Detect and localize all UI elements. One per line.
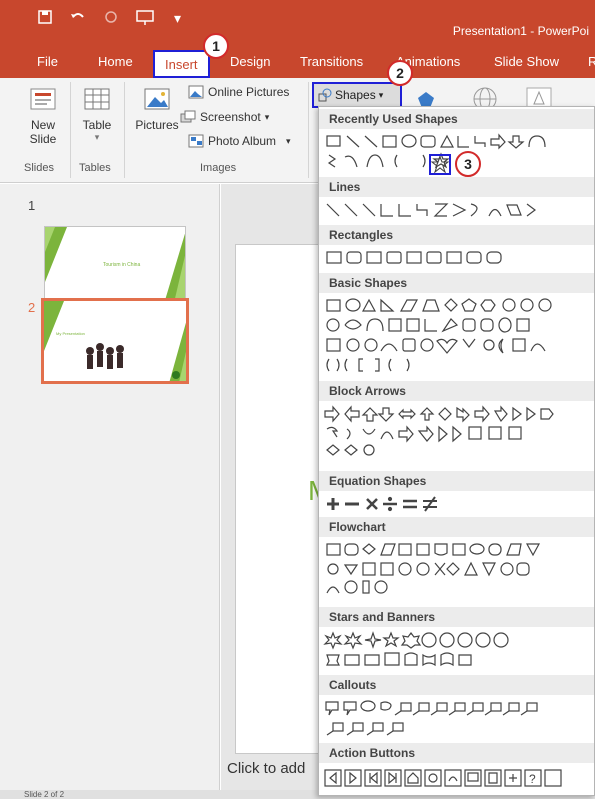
slide-thumbnail-pane: 1 Tourism in China 2 My Presentation [0,184,220,799]
online-pictures-icon [188,85,204,99]
slide-1-title: Tourism in China [103,262,141,268]
basic-shapes-icons[interactable] [323,297,593,377]
tab-transitions[interactable]: Transitions [300,54,363,69]
new-slide-button[interactable]: New Slide [26,84,60,146]
slide-2-decoration [44,301,186,381]
redo-icon[interactable] [104,10,118,29]
divider [308,82,309,178]
shape-grid-basic [323,297,593,377]
table-icon [84,88,110,110]
shapes-icon [318,88,332,102]
shape-grid-callouts [323,699,593,739]
shape-grid-arrows [323,405,593,465]
divider [70,82,71,178]
slide-thumbnail-2[interactable]: My Presentation [41,298,189,384]
star-shapes-icons[interactable] [323,631,593,671]
section-action-buttons: Action Buttons [319,743,594,763]
section-basic-shapes: Basic Shapes [319,273,594,293]
group-label-tables: Tables [79,162,111,174]
section-rectangles: Rectangles [319,225,594,245]
photo-album-dropdown-arrow: ▾ [286,135,291,146]
step-3-marker: 3 [455,151,481,177]
screenshot-icon [180,110,196,123]
thumbnail-number: 2 [28,300,36,315]
section-stars-and-banners: Stars and Banners [319,607,594,627]
shape-grid-stars [323,631,593,671]
step-2-marker: 2 [387,60,413,86]
slide-thumbnail-1[interactable]: Tourism in China [44,226,186,306]
undo-icon[interactable] [70,10,86,29]
tab-review[interactable]: R [588,54,595,69]
shapes-label: Shapes [335,88,376,102]
window-title: Presentation1 - PowerPoi [452,24,589,38]
title-bar: ▾ Presentation1 - PowerPoi [0,0,595,42]
svg-text:?: ? [529,772,536,786]
present-icon[interactable] [136,10,154,31]
table-button[interactable]: Table ▾ [78,84,116,143]
ribbon-tabs: File Home Insert Design Transitions Anim… [0,42,595,78]
group-label-slides: Slides [24,162,54,174]
shape-grid-flowchart [323,541,593,601]
screenshot-dropdown-arrow: ▾ [264,111,270,122]
table-label: Table [82,118,112,132]
block-arrow-shapes-icons[interactable] [323,405,593,465]
shapes-dropdown-arrow: ▾ [378,89,384,100]
section-recently-used: Recently Used Shapes [319,109,594,129]
pictures-icon [144,88,170,110]
tab-insert[interactable]: Insert [153,50,210,78]
star-5-point-icon [430,155,450,174]
line-shapes-icons[interactable] [323,201,593,221]
tab-home[interactable]: Home [98,54,133,69]
section-equation-shapes: Equation Shapes [319,471,594,491]
section-callouts: Callouts [319,675,594,695]
equation-shapes-icons[interactable] [323,495,593,515]
rectangle-shapes-icons[interactable] [323,249,593,269]
shape-grid-rectangles [323,249,593,269]
online-pictures-button[interactable]: Online Pictures [188,85,289,99]
table-dropdown-arrow: ▾ [94,132,100,142]
pictures-label: Pictures [135,118,179,132]
photo-album-label: Photo Album [208,134,277,148]
notes-placeholder[interactable]: Click to add [227,760,305,777]
divider [124,82,125,178]
new-slide-icon [30,88,56,110]
selected-star-shape-highlight[interactable] [429,154,451,175]
tab-slide-show[interactable]: Slide Show [494,54,559,69]
new-slide-label: New Slide [29,118,57,146]
step-1-marker: 1 [203,33,229,59]
photo-album-icon [188,134,204,148]
screenshot-button[interactable]: Screenshot ▾ [180,110,269,124]
tab-file[interactable]: File [37,54,58,69]
photo-album-button[interactable]: Photo Album ▾ [188,134,291,148]
group-label-images: Images [200,162,237,174]
shape-grid-action-buttons: ? [323,767,593,791]
shapes-button[interactable]: Shapes ▾ [312,82,402,108]
action-button-shapes-icons[interactable]: ? [323,767,593,791]
slide-count: Slide 2 of 2 [24,790,65,799]
tab-design[interactable]: Design [230,54,270,69]
shape-grid-lines [323,201,593,221]
section-block-arrows: Block Arrows [319,381,594,401]
flowchart-shapes-icons[interactable] [323,541,593,601]
section-flowchart: Flowchart [319,517,594,537]
save-icon[interactable] [38,10,52,29]
slide-2-title: My Presentation [56,331,85,336]
pictures-button[interactable]: Pictures [133,84,181,132]
thumbnail-number: 1 [28,198,36,213]
shape-grid-equation [323,495,593,515]
online-pictures-label: Online Pictures [208,85,290,99]
screenshot-label: Screenshot [200,110,261,124]
callout-shapes-icons[interactable] [323,699,593,739]
section-lines: Lines [319,177,594,197]
shapes-gallery: Recently Used Shapes Lines Rectangles Ba… [318,106,595,796]
more-icon[interactable]: ▾ [174,10,181,27]
